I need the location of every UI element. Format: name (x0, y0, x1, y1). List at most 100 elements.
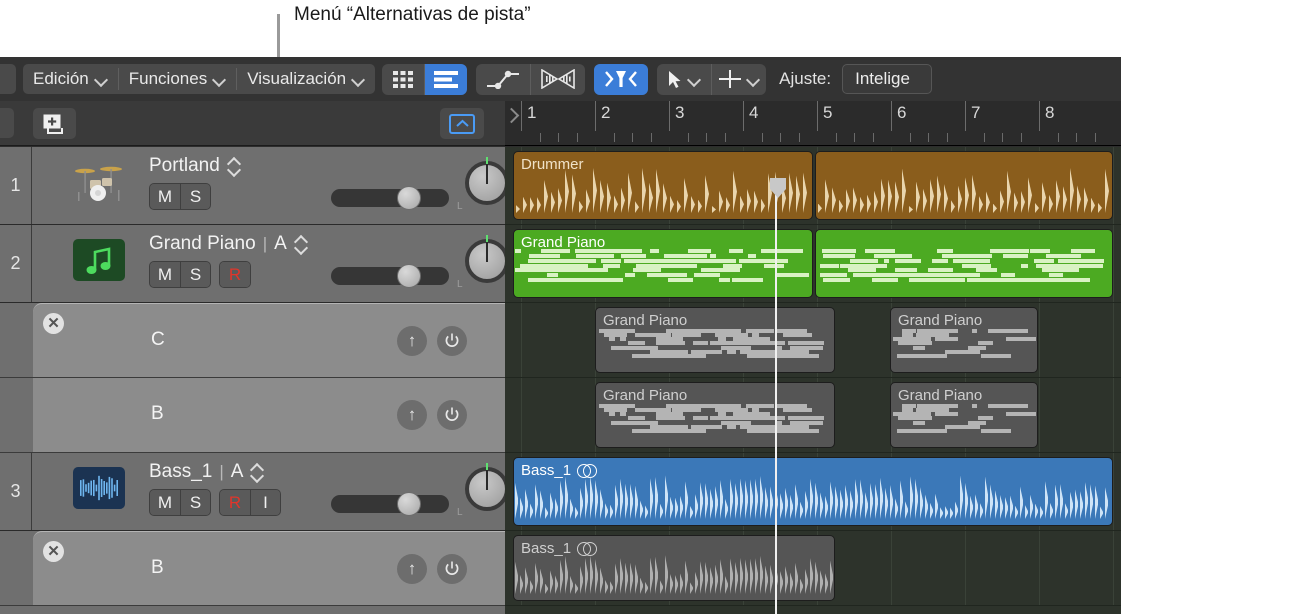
grid-view-icon[interactable] (382, 64, 424, 95)
main-toolbar: Edición Funciones Visualización (0, 57, 1121, 101)
track-header[interactable]: 3Bass_1|AMSRI LR (0, 453, 505, 531)
track-alternative-row[interactable]: ✕B↑ (33, 531, 505, 606)
track-alternatives-icon[interactable] (594, 64, 648, 95)
track-button-i[interactable]: I (250, 490, 280, 515)
ruler-bar-number: 7 (971, 103, 980, 123)
track-button-r[interactable]: R (220, 262, 250, 287)
close-icon[interactable]: ✕ (43, 313, 64, 334)
region[interactable]: Grand Piano (513, 229, 813, 298)
menu-item-edicion[interactable]: Edición (23, 64, 118, 94)
ruler-cycle-arrow-icon (506, 107, 516, 125)
track-name[interactable]: Grand Piano|A (149, 233, 308, 255)
region[interactable]: Grand Piano (890, 307, 1038, 373)
pan-knob-led (486, 463, 488, 470)
region[interactable] (815, 229, 1113, 298)
track-lane[interactable]: Grand Piano (505, 225, 1121, 303)
snap-value-field[interactable]: Intelige (842, 64, 932, 94)
ruler-bar-line (965, 101, 966, 131)
track-button-m[interactable]: M (150, 184, 180, 209)
track-button-s[interactable]: S (180, 184, 210, 209)
region[interactable]: Grand Piano (890, 382, 1038, 448)
track-header[interactable]: 2 Grand Piano|AMSR LR (0, 225, 505, 303)
volume-slider-knob[interactable] (397, 186, 421, 210)
pan-knob[interactable] (465, 161, 509, 205)
list-view-icon[interactable] (425, 64, 467, 95)
region[interactable]: Grand Piano (595, 307, 835, 373)
move-up-icon[interactable]: ↑ (397, 400, 427, 430)
ruler[interactable]: 12345678 (505, 101, 1121, 146)
region[interactable]: Bass_1 (513, 535, 835, 601)
region-waveform (816, 245, 1112, 291)
track-alternative-label: C (151, 329, 165, 351)
volume-slider-knob[interactable] (397, 492, 421, 516)
region[interactable]: Grand Piano (595, 382, 835, 448)
lane-gridline (521, 378, 522, 452)
volume-slider-knob[interactable] (397, 264, 421, 288)
menu-item-funciones[interactable]: Funciones (119, 64, 236, 94)
lane-gridline (1113, 225, 1114, 302)
ruler-tick (725, 133, 726, 142)
track-button-s[interactable]: S (180, 262, 210, 287)
volume-slider[interactable] (331, 189, 449, 207)
track-button-m[interactable]: M (150, 262, 180, 287)
ruler-tick (910, 133, 911, 142)
lane-gridline (1039, 378, 1040, 452)
region[interactable] (815, 151, 1113, 220)
move-up-icon[interactable]: ↑ (397, 554, 427, 584)
track-alternative-row[interactable]: B↑ (33, 378, 505, 453)
region-waveform (514, 167, 812, 213)
track-name[interactable]: Portland (149, 155, 241, 177)
region[interactable]: Bass_1 (513, 457, 1113, 526)
drum-kit-icon[interactable] (73, 161, 125, 203)
annotation-track-alternatives-menu: Menú “Alternativas de pista” (294, 2, 531, 27)
flex-icon[interactable] (531, 64, 585, 95)
volume-slider[interactable] (331, 267, 449, 285)
menu-item-visualizacion[interactable]: Visualización (237, 64, 375, 94)
track-alternatives-menu-icon[interactable] (294, 234, 308, 254)
track-button-group: MS (149, 261, 211, 288)
track-lane[interactable]: Bass_1 (505, 453, 1121, 531)
track-alternatives-menu-icon[interactable] (250, 462, 264, 482)
track-alternative-label: B (151, 403, 164, 425)
track-alternatives-menu-icon[interactable] (227, 156, 241, 176)
track-alternative-lane[interactable]: Grand Piano Grand Piano (505, 378, 1121, 453)
pan-knob-led (486, 157, 488, 164)
close-icon[interactable]: ✕ (43, 541, 64, 562)
power-icon[interactable] (437, 326, 467, 356)
region-waveform (596, 325, 834, 366)
ruler-tick (799, 133, 800, 142)
playhead-line (775, 178, 777, 614)
marquee-tool-icon[interactable] (712, 64, 766, 95)
track-alternative-lane[interactable]: Grand Piano Grand Piano (505, 303, 1121, 378)
pointer-tool-icon[interactable] (657, 64, 711, 95)
ruler-tick (836, 133, 837, 142)
track-button-m[interactable]: M (150, 490, 180, 515)
track-lanes: Drummer Grand Piano Grand Piano Grand Pi… (505, 147, 1121, 614)
track-header-body: Bass_1|AMSRI LR (33, 453, 505, 530)
music-note-icon[interactable] (73, 239, 125, 281)
automation-icon[interactable] (476, 64, 530, 95)
track-alternative-row[interactable]: ✕ C ↑ (33, 303, 505, 378)
pan-knob[interactable] (465, 467, 509, 511)
track-button-s[interactable]: S (180, 490, 210, 515)
power-icon[interactable] (437, 400, 467, 430)
track-lane[interactable]: Drummer (505, 147, 1121, 225)
menu-item-funciones-label: Funciones (129, 69, 207, 89)
track-number: 3 (0, 453, 32, 530)
track-alternative-lane[interactable]: Bass_1 (505, 531, 1121, 606)
move-up-icon[interactable]: ↑ (397, 326, 427, 356)
volume-slider[interactable] (331, 495, 449, 513)
view-mode-group (382, 64, 467, 95)
audio-waveform-icon[interactable] (73, 467, 125, 509)
new-track-icon[interactable] (33, 108, 76, 139)
power-icon[interactable] (437, 554, 467, 584)
track-name[interactable]: Bass_1|A (149, 461, 264, 483)
track-button-r[interactable]: R (220, 490, 250, 515)
fold-all-icon[interactable] (440, 108, 484, 139)
alt-row-gutter (0, 303, 33, 378)
region-waveform (816, 167, 1112, 213)
track-header[interactable]: 1 PortlandMS LR (0, 147, 505, 225)
pan-knob[interactable] (465, 239, 509, 283)
region[interactable]: Drummer (513, 151, 813, 220)
ruler-bar-line (521, 101, 522, 131)
